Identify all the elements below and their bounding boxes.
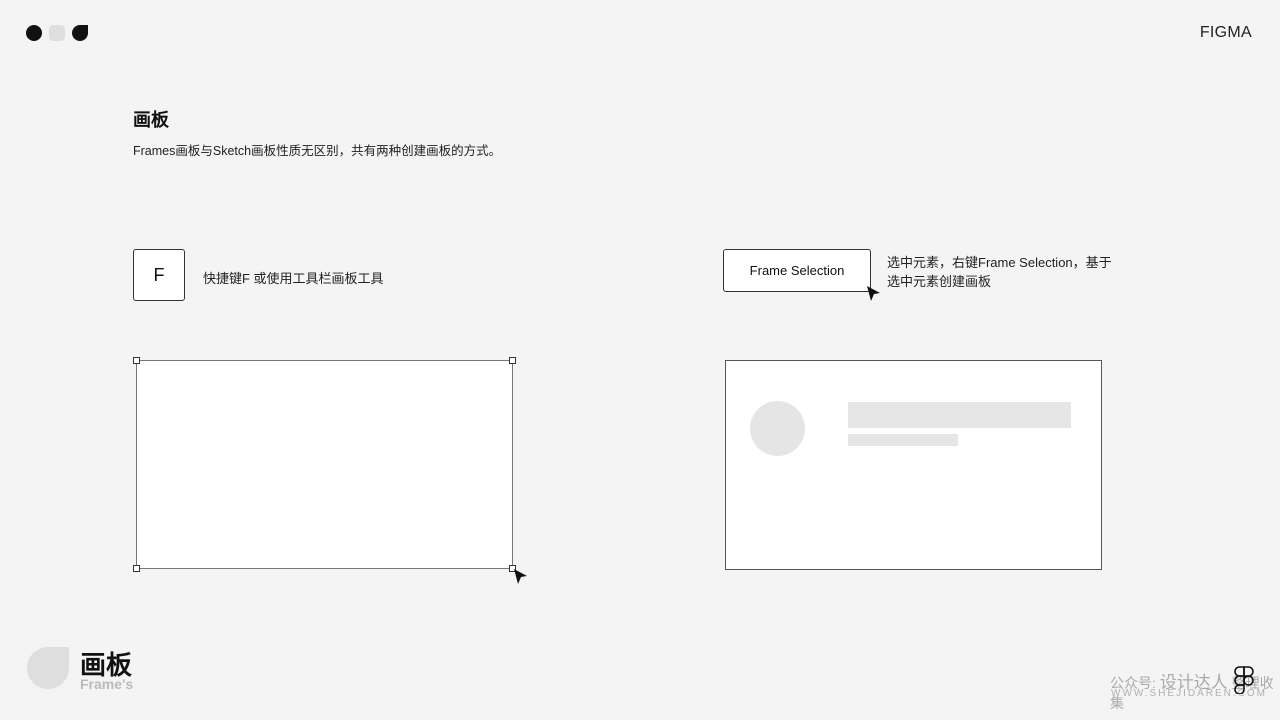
shortcut-key-label: F (153, 264, 165, 285)
figma-logo-icon (1234, 666, 1254, 694)
method1-description: 快捷键F 或使用工具栏画板工具 (203, 271, 384, 286)
shortcut-key-f[interactable]: F (133, 249, 185, 301)
leaf-icon (72, 25, 88, 41)
avatar-placeholder (750, 401, 805, 456)
resize-handle-top-left[interactable] (133, 357, 140, 364)
frame-example-empty[interactable] (133, 357, 516, 572)
rounded-square-icon (49, 25, 65, 41)
page-description: Frames画板与Sketch画板性质无区别，共有两种创建画板的方式。 (133, 144, 502, 158)
cursor-icon (514, 569, 527, 584)
method2-description: 选中元素，右键Frame Selection，基于选中元素创建画板 (887, 255, 1112, 289)
brand-label: FIGMA (1199, 24, 1252, 41)
frame-selection-button[interactable]: Frame Selection (723, 249, 871, 292)
frame-example-selection[interactable] (725, 360, 1102, 570)
circle-icon (26, 25, 42, 41)
frame-selection-label: Frame Selection (749, 263, 845, 278)
footer-subtitle: Frame's (80, 676, 134, 692)
resize-handle-bottom-left[interactable] (133, 565, 140, 572)
subtitle-placeholder (848, 434, 958, 446)
leaf-icon (27, 647, 69, 689)
title-placeholder (848, 402, 1071, 428)
resize-handle-top-right[interactable] (509, 357, 516, 364)
cursor-icon (867, 286, 880, 301)
page-title: 画板 (133, 110, 169, 130)
